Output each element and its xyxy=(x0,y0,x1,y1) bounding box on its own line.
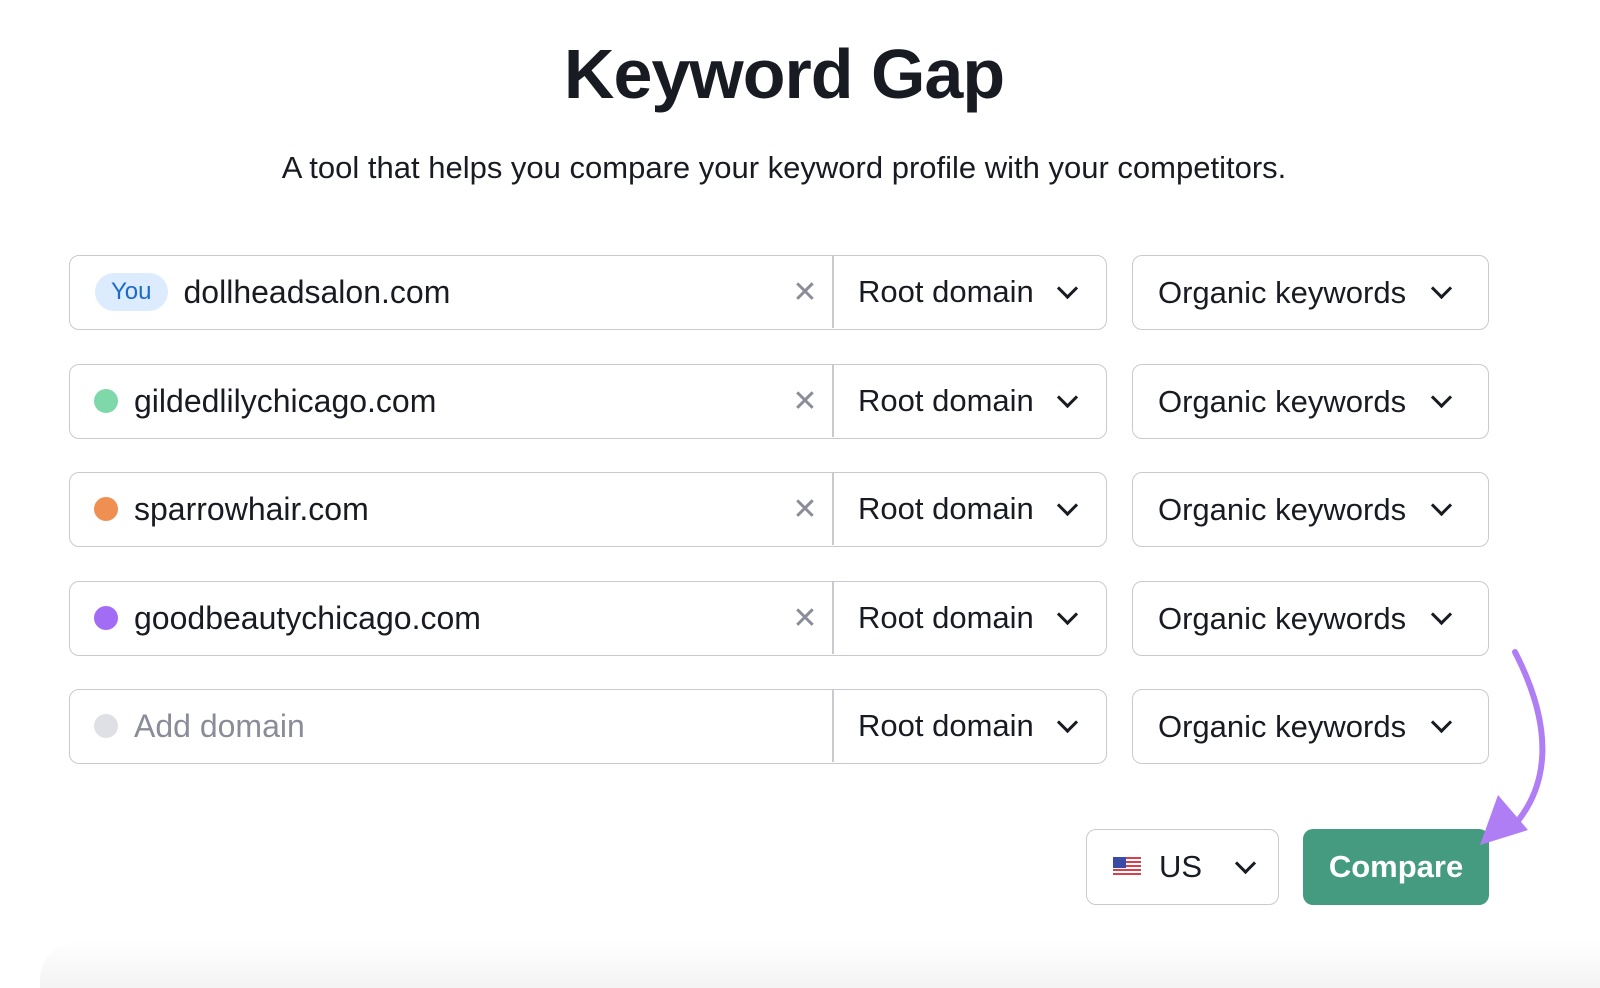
close-icon[interactable]: ✕ xyxy=(790,275,820,311)
scope-select-label: Root domain xyxy=(858,274,1034,309)
domain-value: dollheadsalon.com xyxy=(183,273,451,310)
keyword-type-label: Organic keywords xyxy=(1158,491,1407,527)
domain-value: sparrowhair.com xyxy=(134,490,369,527)
chevron-down-icon xyxy=(1056,494,1078,516)
competitor-color-dot xyxy=(94,714,118,738)
competitor-color-dot xyxy=(94,497,118,521)
keyword-type-select[interactable]: Organic keywords xyxy=(1132,472,1489,547)
domain-input-group: goodbeautychicago.com ✕ Root domain xyxy=(69,581,1107,656)
close-icon[interactable]: ✕ xyxy=(790,384,820,420)
keyword-type-label: Organic keywords xyxy=(1158,383,1407,419)
page-subtitle: A tool that helps you compare your keywo… xyxy=(281,150,1287,185)
keyword-type-label: Organic keywords xyxy=(1158,708,1407,744)
domain-input-group: gildedlilychicago.com ✕ Root domain xyxy=(69,364,1107,439)
domain-input[interactable]: sparrowhair.com xyxy=(70,473,833,545)
annotation-arrow-icon xyxy=(1480,649,1546,845)
scope-select-label: Root domain xyxy=(858,600,1034,635)
chevron-down-icon xyxy=(1234,852,1257,874)
keyword-type-label: Organic keywords xyxy=(1158,600,1407,636)
chevron-down-icon xyxy=(1056,603,1078,625)
chevron-down-icon xyxy=(1430,494,1453,517)
scope-select-label: Root domain xyxy=(858,491,1034,526)
keyword-type-select[interactable]: Organic keywords xyxy=(1132,689,1489,764)
domain-input-group: sparrowhair.com ✕ Root domain xyxy=(69,472,1107,547)
scope-select[interactable]: Root domain xyxy=(834,690,1106,762)
competitor-color-dot xyxy=(94,389,118,413)
scope-select-label: Root domain xyxy=(858,383,1034,418)
keyword-type-select[interactable]: Organic keywords xyxy=(1132,364,1489,439)
scope-select-label: Root domain xyxy=(858,708,1034,743)
chevron-down-icon xyxy=(1430,603,1453,626)
keyword-type-select[interactable]: Organic keywords xyxy=(1132,581,1489,656)
country-label: US xyxy=(1159,849,1203,884)
domain-value: gildedlilychicago.com xyxy=(134,382,437,419)
page-title: Keyword Gap xyxy=(563,35,1005,113)
scope-select[interactable]: Root domain xyxy=(834,365,1106,437)
chevron-down-icon xyxy=(1056,277,1078,299)
domain-input[interactable]: You dollheadsalon.com xyxy=(70,256,833,328)
country-select[interactable]: US xyxy=(1086,829,1279,905)
chevron-down-icon xyxy=(1056,386,1078,408)
chevron-down-icon xyxy=(1430,277,1453,300)
keyword-type-label: Organic keywords xyxy=(1158,274,1407,310)
close-icon[interactable]: ✕ xyxy=(790,492,820,528)
scope-select[interactable]: Root domain xyxy=(834,256,1106,328)
chevron-down-icon xyxy=(1430,386,1453,409)
domain-input[interactable]: goodbeautychicago.com xyxy=(70,582,833,654)
domain-input-group: Add domain Root domain xyxy=(69,689,1107,764)
scope-select[interactable]: Root domain xyxy=(834,582,1106,654)
domain-input[interactable]: gildedlilychicago.com xyxy=(70,365,833,437)
scope-select[interactable]: Root domain xyxy=(834,473,1106,545)
arrow-shaft xyxy=(1505,649,1546,835)
close-icon[interactable]: ✕ xyxy=(790,601,820,637)
domain-value: goodbeautychicago.com xyxy=(134,599,481,636)
chevron-down-icon xyxy=(1056,711,1078,733)
you-badge: You xyxy=(95,273,168,311)
us-flag-icon xyxy=(1113,857,1141,877)
bottom-shade xyxy=(40,940,1600,988)
keyword-type-select[interactable]: Organic keywords xyxy=(1132,255,1489,330)
add-domain-placeholder: Add domain xyxy=(134,707,305,744)
domain-input-group: You dollheadsalon.com ✕ Root domain xyxy=(69,255,1107,330)
competitor-color-dot xyxy=(94,606,118,630)
add-domain-input[interactable]: Add domain xyxy=(70,690,833,762)
chevron-down-icon xyxy=(1430,711,1453,734)
